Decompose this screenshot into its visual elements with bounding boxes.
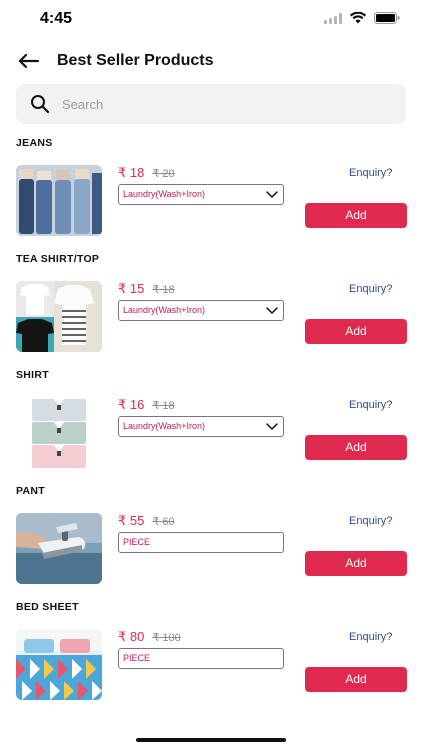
service-select[interactable]: Laundry(Wash+Iron)	[118, 184, 284, 205]
service-select-value: Laundry(Wash+Iron)	[123, 189, 205, 199]
category-pant: PANT ₹ 55 ₹ 60 PIECE Enquiry? Add	[0, 485, 422, 601]
arrow-left-icon	[18, 53, 40, 69]
status-bar: 4:45	[0, 0, 422, 40]
product-image-tshirt	[16, 281, 102, 352]
unit-select-value: PIECE	[123, 537, 151, 547]
old-price: ₹ 18	[152, 284, 175, 296]
search-icon	[31, 95, 50, 114]
chevron-down-icon	[266, 423, 278, 430]
category-shirt: SHIRT ₹ 16 ₹ 18 Laundry(Wash+Iron) Enqui…	[0, 369, 422, 485]
price: ₹ 18	[118, 165, 145, 180]
add-button[interactable]: Add	[305, 435, 407, 460]
category-title: BED SHEET	[16, 601, 79, 613]
service-select[interactable]: Laundry(Wash+Iron)	[118, 300, 284, 321]
old-price: ₹ 18	[152, 400, 175, 412]
old-price: ₹ 100	[152, 632, 181, 644]
category-title: PANT	[16, 485, 46, 497]
category-title: SHIRT	[16, 369, 49, 381]
enquiry-link[interactable]: Enquiry?	[349, 631, 392, 643]
service-select-value: Laundry(Wash+Iron)	[123, 305, 205, 315]
price-row: ₹ 80 ₹ 100	[118, 629, 181, 645]
price-row: ₹ 16 ₹ 18	[118, 397, 175, 413]
enquiry-link[interactable]: Enquiry?	[349, 399, 392, 411]
add-button[interactable]: Add	[305, 319, 407, 344]
unit-select[interactable]: PIECE	[118, 532, 284, 553]
category-title: JEANS	[16, 137, 53, 149]
price: ₹ 55	[118, 513, 145, 528]
chevron-down-icon	[266, 307, 278, 314]
add-button[interactable]: Add	[305, 667, 407, 692]
price: ₹ 16	[118, 397, 145, 412]
search-input[interactable]	[62, 84, 392, 124]
enquiry-link[interactable]: Enquiry?	[349, 515, 392, 527]
category-tea-shirt-top: TEA SHIRT/TOP ₹ 15 ₹ 18 Laundry(Wash+Iro…	[0, 253, 422, 369]
old-price: ₹ 60	[152, 516, 175, 528]
product-image-jeans	[16, 165, 102, 236]
add-button[interactable]: Add	[305, 551, 407, 576]
price: ₹ 80	[118, 629, 145, 644]
product-image-pant	[16, 513, 102, 584]
price-row: ₹ 15 ₹ 18	[118, 281, 175, 297]
status-time: 4:45	[40, 10, 73, 27]
unit-select[interactable]: PIECE	[118, 648, 284, 669]
enquiry-link[interactable]: Enquiry?	[349, 283, 392, 295]
price-row: ₹ 18 ₹ 20	[118, 165, 175, 181]
chevron-down-icon	[266, 191, 278, 198]
unit-select-value: PIECE	[123, 653, 151, 663]
battery-icon	[374, 12, 400, 24]
service-select-value: Laundry(Wash+Iron)	[123, 421, 205, 431]
product-image-shirt	[16, 397, 102, 468]
service-select[interactable]: Laundry(Wash+Iron)	[118, 416, 284, 437]
back-button[interactable]	[16, 50, 42, 72]
price: ₹ 15	[118, 281, 145, 296]
wifi-icon	[350, 12, 366, 24]
product-image-bed-sheet	[16, 629, 102, 700]
header: Best Seller Products	[0, 44, 422, 80]
old-price: ₹ 20	[152, 168, 175, 180]
category-title: TEA SHIRT/TOP	[16, 253, 100, 265]
home-indicator	[136, 738, 286, 742]
signal-icon	[324, 12, 342, 24]
price-row: ₹ 55 ₹ 60	[118, 513, 175, 529]
enquiry-link[interactable]: Enquiry?	[349, 167, 392, 179]
add-button[interactable]: Add	[305, 203, 407, 228]
search-bar[interactable]	[16, 84, 406, 124]
page-title: Best Seller Products	[57, 52, 214, 69]
category-jeans: JEANS ₹ 18 ₹ 20 Laundry(Wash+Iron) Enqui…	[0, 137, 422, 253]
status-icons	[324, 12, 400, 24]
category-bed-sheet: BED SHEET ₹ 80 ₹ 100 PIECE Enquiry? Add	[0, 601, 422, 717]
